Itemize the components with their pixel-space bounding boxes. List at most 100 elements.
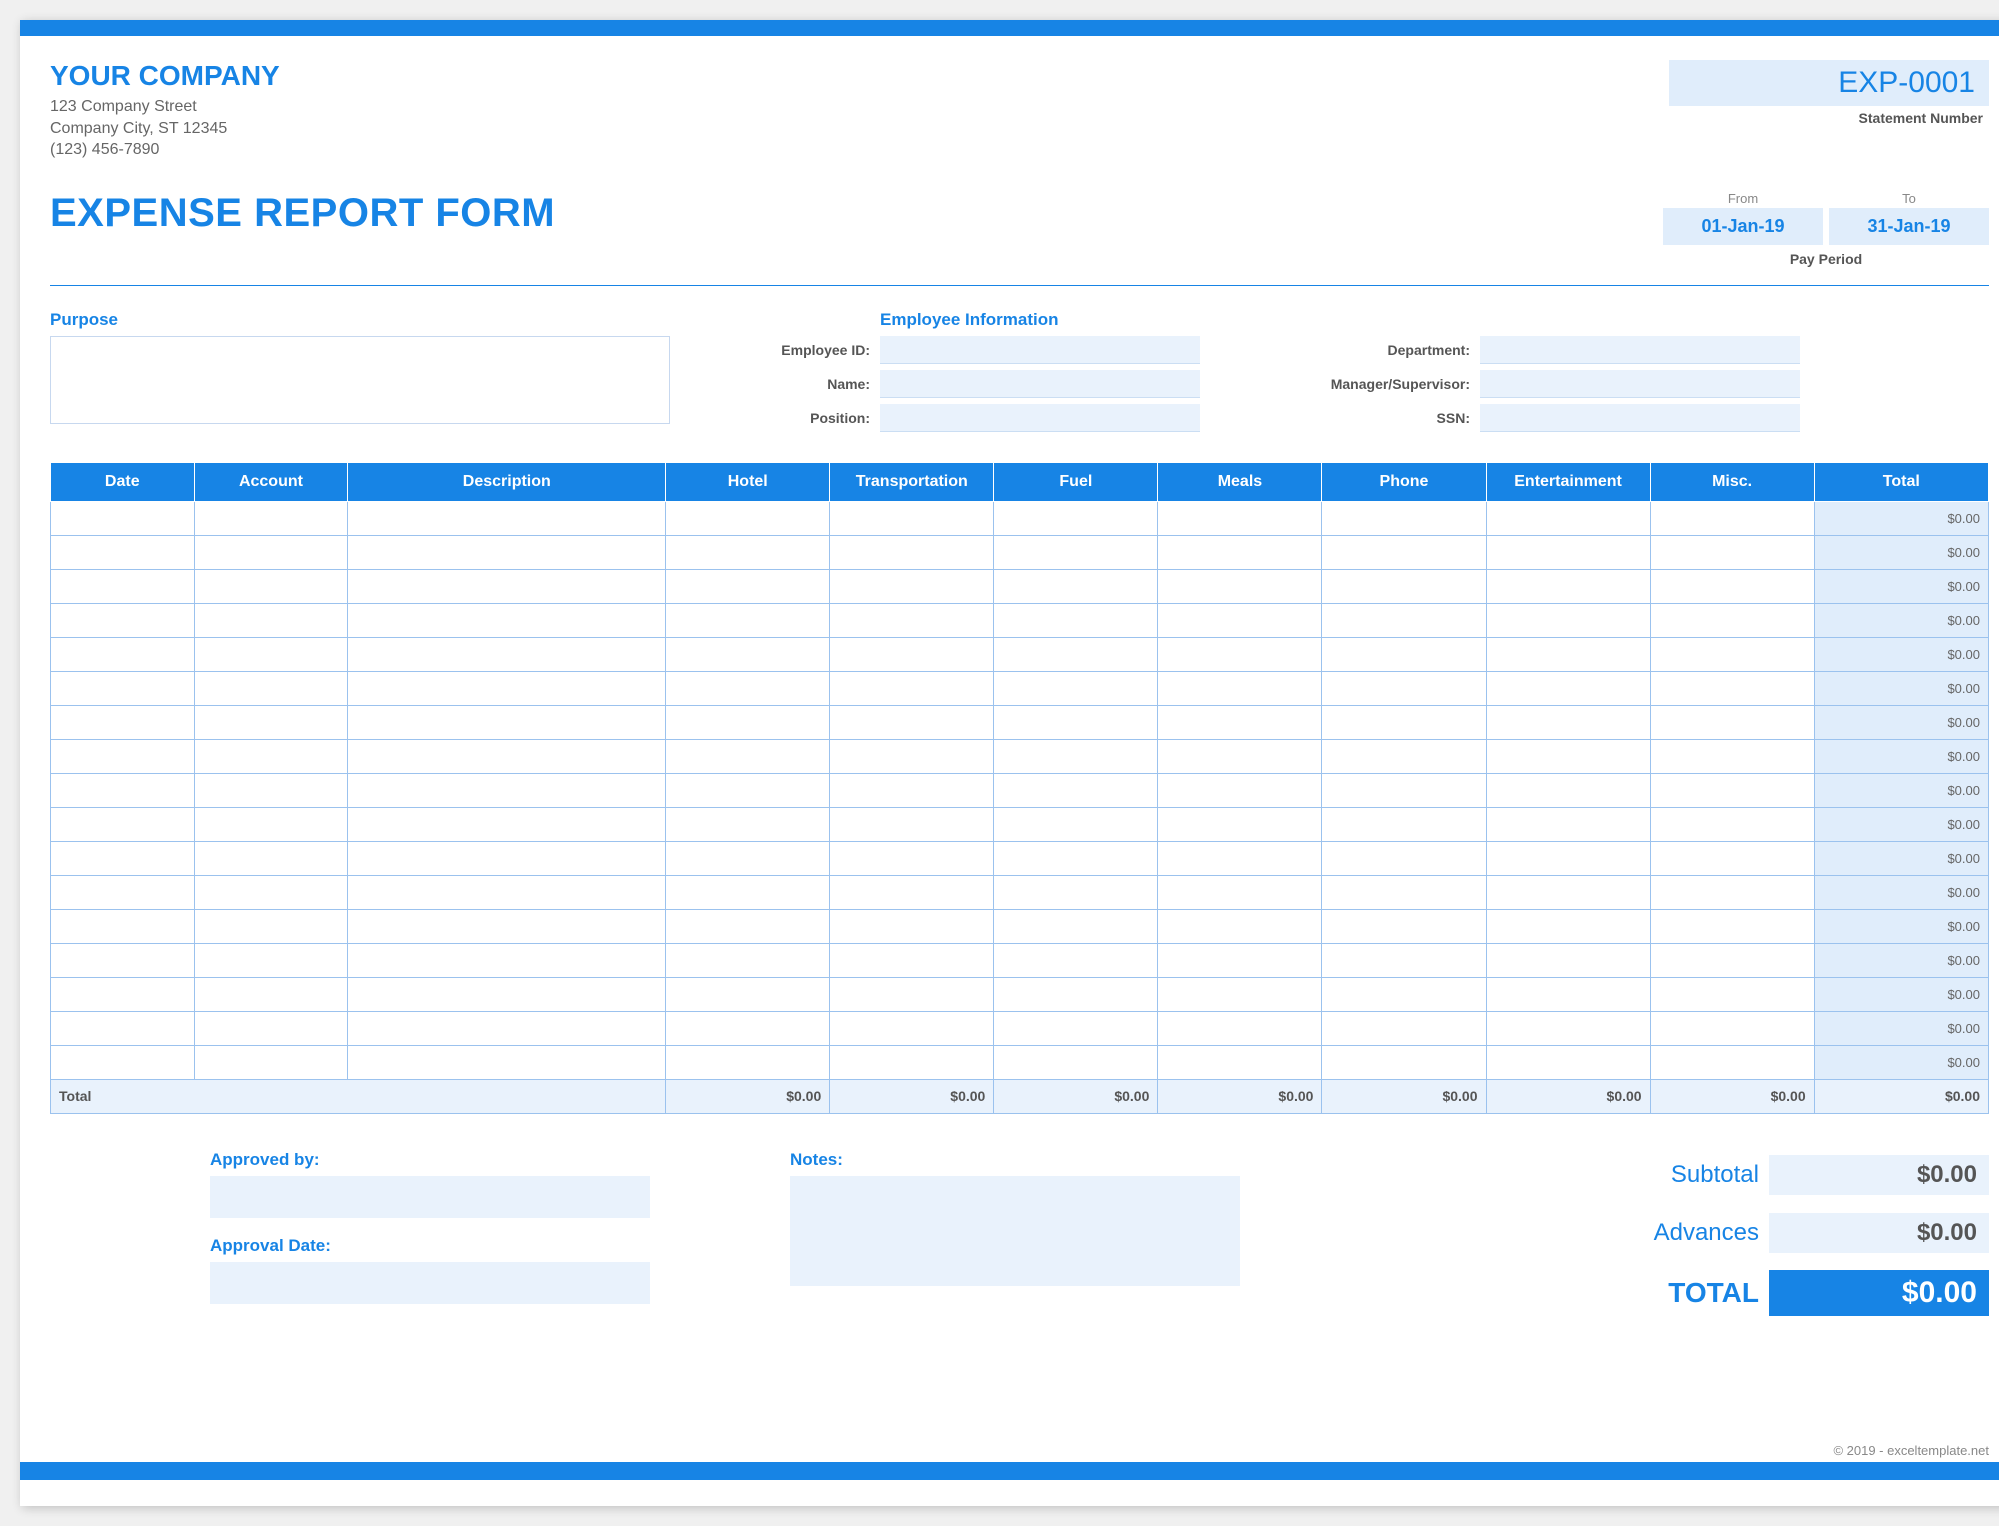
expense-cell[interactable] bbox=[666, 739, 830, 773]
expense-cell[interactable] bbox=[1322, 875, 1486, 909]
pay-period-to[interactable]: 31-Jan-19 bbox=[1829, 208, 1989, 245]
expense-cell[interactable] bbox=[1158, 909, 1322, 943]
expense-cell[interactable] bbox=[1322, 637, 1486, 671]
expense-cell[interactable] bbox=[1158, 739, 1322, 773]
expense-cell[interactable] bbox=[1486, 1045, 1650, 1079]
expense-cell[interactable] bbox=[830, 501, 994, 535]
expense-cell[interactable] bbox=[1650, 1011, 1814, 1045]
expense-cell[interactable] bbox=[1486, 569, 1650, 603]
expense-cell[interactable] bbox=[194, 977, 348, 1011]
expense-cell[interactable] bbox=[666, 671, 830, 705]
expense-cell[interactable] bbox=[194, 535, 348, 569]
expense-cell[interactable] bbox=[994, 1011, 1158, 1045]
expense-cell[interactable] bbox=[1650, 1045, 1814, 1079]
expense-cell[interactable] bbox=[666, 637, 830, 671]
expense-cell[interactable] bbox=[194, 841, 348, 875]
expense-cell[interactable] bbox=[348, 773, 666, 807]
expense-cell[interactable] bbox=[1486, 807, 1650, 841]
expense-cell[interactable] bbox=[666, 569, 830, 603]
expense-cell[interactable] bbox=[1322, 535, 1486, 569]
expense-cell[interactable] bbox=[994, 977, 1158, 1011]
expense-cell[interactable] bbox=[994, 841, 1158, 875]
expense-cell[interactable] bbox=[194, 773, 348, 807]
expense-cell[interactable] bbox=[348, 875, 666, 909]
expense-cell[interactable] bbox=[51, 909, 195, 943]
expense-cell[interactable] bbox=[348, 807, 666, 841]
emp-input-left-2[interactable] bbox=[880, 404, 1200, 432]
expense-cell[interactable] bbox=[994, 501, 1158, 535]
expense-cell[interactable] bbox=[1158, 773, 1322, 807]
expense-cell[interactable] bbox=[1322, 807, 1486, 841]
expense-cell[interactable] bbox=[194, 739, 348, 773]
expense-cell[interactable] bbox=[51, 1045, 195, 1079]
expense-cell[interactable] bbox=[1322, 977, 1486, 1011]
expense-cell[interactable] bbox=[51, 841, 195, 875]
expense-cell[interactable] bbox=[1650, 943, 1814, 977]
expense-cell[interactable] bbox=[1486, 535, 1650, 569]
expense-cell[interactable] bbox=[194, 569, 348, 603]
expense-cell[interactable] bbox=[194, 705, 348, 739]
expense-cell[interactable] bbox=[51, 773, 195, 807]
expense-cell[interactable] bbox=[1650, 875, 1814, 909]
expense-cell[interactable] bbox=[51, 943, 195, 977]
expense-cell[interactable] bbox=[1650, 909, 1814, 943]
expense-cell[interactable] bbox=[1650, 569, 1814, 603]
expense-cell[interactable] bbox=[830, 603, 994, 637]
expense-cell[interactable] bbox=[666, 1045, 830, 1079]
emp-input-right-2[interactable] bbox=[1480, 404, 1800, 432]
expense-cell[interactable] bbox=[51, 807, 195, 841]
expense-cell[interactable] bbox=[1486, 739, 1650, 773]
expense-cell[interactable] bbox=[994, 535, 1158, 569]
expense-cell[interactable] bbox=[1322, 671, 1486, 705]
expense-cell[interactable] bbox=[1158, 841, 1322, 875]
expense-cell[interactable] bbox=[348, 637, 666, 671]
expense-cell[interactable] bbox=[1650, 535, 1814, 569]
expense-cell[interactable] bbox=[1486, 773, 1650, 807]
expense-cell[interactable] bbox=[51, 637, 195, 671]
expense-cell[interactable] bbox=[348, 943, 666, 977]
expense-cell[interactable] bbox=[1486, 1011, 1650, 1045]
expense-cell[interactable] bbox=[830, 671, 994, 705]
expense-cell[interactable] bbox=[1322, 569, 1486, 603]
expense-cell[interactable] bbox=[666, 909, 830, 943]
purpose-input[interactable] bbox=[50, 336, 670, 424]
expense-cell[interactable] bbox=[348, 569, 666, 603]
expense-cell[interactable] bbox=[830, 535, 994, 569]
expense-cell[interactable] bbox=[51, 977, 195, 1011]
emp-input-left-1[interactable] bbox=[880, 370, 1200, 398]
expense-cell[interactable] bbox=[666, 1011, 830, 1045]
emp-input-right-1[interactable] bbox=[1480, 370, 1800, 398]
expense-cell[interactable] bbox=[1158, 1045, 1322, 1079]
expense-cell[interactable] bbox=[348, 501, 666, 535]
notes-input[interactable] bbox=[790, 1176, 1240, 1286]
expense-cell[interactable] bbox=[348, 739, 666, 773]
expense-cell[interactable] bbox=[666, 943, 830, 977]
expense-cell[interactable] bbox=[194, 637, 348, 671]
expense-cell[interactable] bbox=[51, 875, 195, 909]
expense-cell[interactable] bbox=[1158, 603, 1322, 637]
expense-cell[interactable] bbox=[1486, 943, 1650, 977]
expense-cell[interactable] bbox=[1650, 773, 1814, 807]
expense-cell[interactable] bbox=[1158, 671, 1322, 705]
expense-cell[interactable] bbox=[994, 807, 1158, 841]
expense-cell[interactable] bbox=[830, 943, 994, 977]
expense-cell[interactable] bbox=[1650, 637, 1814, 671]
expense-cell[interactable] bbox=[1650, 807, 1814, 841]
expense-cell[interactable] bbox=[1650, 501, 1814, 535]
expense-cell[interactable] bbox=[194, 1045, 348, 1079]
expense-cell[interactable] bbox=[348, 1011, 666, 1045]
expense-cell[interactable] bbox=[1486, 841, 1650, 875]
expense-cell[interactable] bbox=[666, 977, 830, 1011]
expense-cell[interactable] bbox=[348, 909, 666, 943]
emp-input-right-0[interactable] bbox=[1480, 336, 1800, 364]
expense-cell[interactable] bbox=[666, 603, 830, 637]
emp-input-left-0[interactable] bbox=[880, 336, 1200, 364]
expense-cell[interactable] bbox=[1322, 943, 1486, 977]
expense-cell[interactable] bbox=[1486, 875, 1650, 909]
expense-cell[interactable] bbox=[194, 1011, 348, 1045]
expense-cell[interactable] bbox=[1322, 773, 1486, 807]
expense-cell[interactable] bbox=[51, 535, 195, 569]
expense-cell[interactable] bbox=[1322, 909, 1486, 943]
expense-cell[interactable] bbox=[1158, 875, 1322, 909]
advances-value[interactable]: $0.00 bbox=[1769, 1213, 1989, 1253]
